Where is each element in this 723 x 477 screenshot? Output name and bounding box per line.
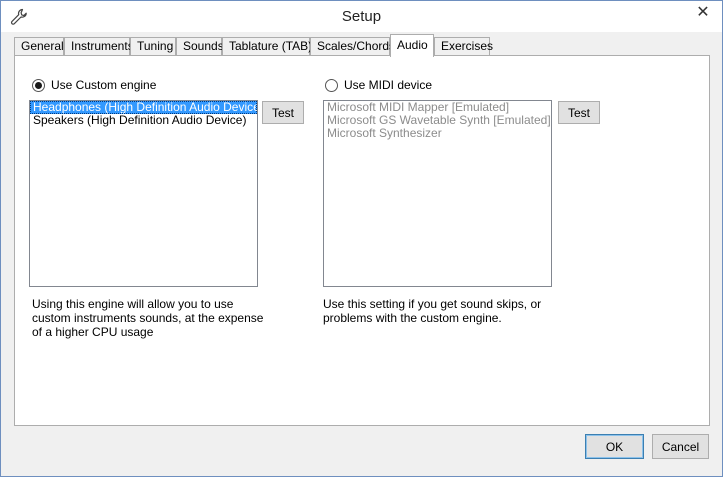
custom-engine-radio[interactable]: [32, 78, 45, 92]
tab-audio[interactable]: Audio: [390, 34, 434, 57]
close-button[interactable]: ✕: [684, 1, 722, 23]
setup-window: Setup ✕ General Instruments Tuning Sound…: [0, 0, 723, 477]
tab-tablature[interactable]: Tablature (TAB): [222, 37, 312, 56]
midi-device-test-button[interactable]: Test: [558, 101, 600, 124]
window-title: Setup: [341, 8, 382, 25]
custom-engine-test-button[interactable]: Test: [262, 101, 304, 124]
audio-tab-panel: Use Custom engine Headphones (High Defin…: [14, 55, 710, 426]
list-item[interactable]: Microsoft Synthesizer: [324, 127, 551, 140]
midi-device-radio-row[interactable]: Use MIDI device: [325, 78, 432, 92]
close-icon: ✕: [696, 4, 710, 21]
tab-instruments[interactable]: Instruments: [64, 37, 134, 56]
audio-device-list[interactable]: Headphones (High Definition Audio Device…: [29, 100, 258, 287]
midi-device-label: Use MIDI device: [344, 78, 433, 92]
ok-button[interactable]: OK: [585, 434, 644, 459]
custom-engine-description: Using this engine will allow you to use …: [32, 297, 264, 339]
custom-engine-radio-row[interactable]: Use Custom engine: [32, 78, 156, 92]
tab-tuning[interactable]: Tuning: [130, 37, 176, 56]
tab-sounds[interactable]: Sounds: [176, 37, 224, 56]
title-bar[interactable]: Setup ✕: [1, 1, 722, 32]
tab-exercises[interactable]: Exercises: [434, 37, 493, 56]
midi-device-list[interactable]: Microsoft MIDI Mapper [Emulated] Microso…: [323, 100, 552, 287]
midi-device-description: Use this setting if you get sound skips,…: [323, 297, 542, 325]
list-item[interactable]: Speakers (High Definition Audio Device): [30, 114, 257, 127]
custom-engine-label: Use Custom engine: [51, 78, 157, 92]
cancel-button[interactable]: Cancel: [652, 434, 709, 459]
midi-device-radio[interactable]: [325, 78, 338, 92]
tab-general[interactable]: General: [14, 37, 64, 56]
tab-scales-chords[interactable]: Scales/Chords: [310, 37, 395, 56]
